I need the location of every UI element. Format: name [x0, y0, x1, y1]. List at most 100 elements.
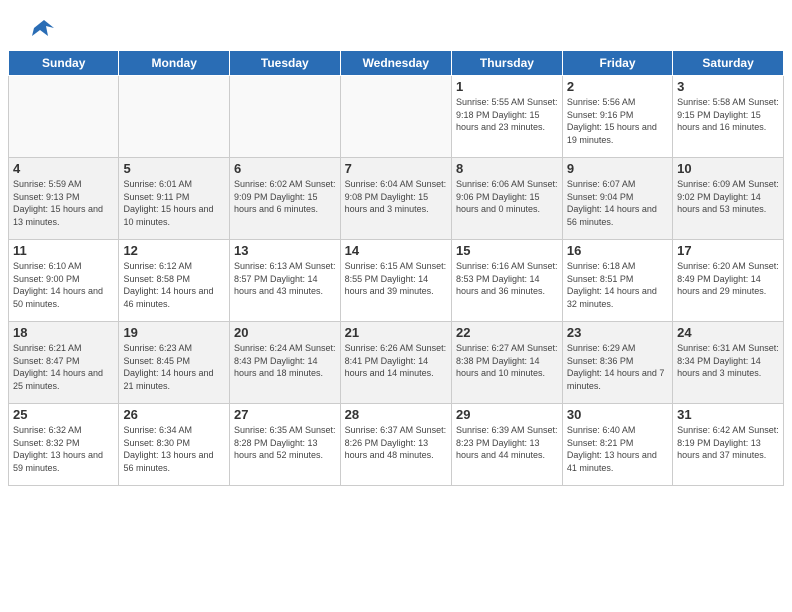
- day-cell-23: 23 Sunrise: 6:29 AM Sunset: 8:36 PM Dayli…: [562, 322, 672, 404]
- day-number: 31: [677, 407, 779, 422]
- day-number: 5: [123, 161, 225, 176]
- calendar-wrapper: SundayMondayTuesdayWednesdayThursdayFrid…: [0, 50, 792, 494]
- cell-info: Sunrise: 6:04 AM Sunset: 9:08 PM Dayligh…: [345, 178, 447, 216]
- day-header-row: SundayMondayTuesdayWednesdayThursdayFrid…: [9, 51, 784, 76]
- day-number: 14: [345, 243, 447, 258]
- week-row-5: 25Sunrise: 6:32 AM Sunset: 8:32 PM Dayli…: [9, 404, 784, 486]
- cell-info: Sunrise: 6:42 AM Sunset: 8:19 PM Dayligh…: [677, 424, 779, 462]
- cell-info: Sunrise: 6:16 AM Sunset: 8:53 PM Dayligh…: [456, 260, 558, 298]
- day-cell-21: 21 Sunrise: 6:26 AM Sunset: 8:41 PM Dayli…: [340, 322, 451, 404]
- day-number: 23: [567, 325, 668, 340]
- day-cell-25: 25Sunrise: 6:32 AM Sunset: 8:32 PM Dayli…: [9, 404, 119, 486]
- day-cell-5: 5 Sunrise: 6:01 AM Sunset: 9:11 PM Daylig…: [119, 158, 230, 240]
- day-number: 19: [123, 325, 225, 340]
- cell-info: Sunrise: 6:21 AM Sunset: 8:47 PM Dayligh…: [13, 342, 114, 392]
- cell-info: Sunrise: 5:55 AM Sunset: 9:18 PM Dayligh…: [456, 96, 558, 134]
- cell-info: Sunrise: 6:31 AM Sunset: 8:34 PM Dayligh…: [677, 342, 779, 380]
- empty-cell: [9, 76, 119, 158]
- empty-cell: [340, 76, 451, 158]
- day-header-saturday: Saturday: [673, 51, 784, 76]
- day-cell-31: 31 Sunrise: 6:42 AM Sunset: 8:19 PM Dayli…: [673, 404, 784, 486]
- day-number: 9: [567, 161, 668, 176]
- day-number: 18: [13, 325, 114, 340]
- cell-info: Sunrise: 6:15 AM Sunset: 8:55 PM Dayligh…: [345, 260, 447, 298]
- day-number: 21: [345, 325, 447, 340]
- cell-info: Sunrise: 6:39 AM Sunset: 8:23 PM Dayligh…: [456, 424, 558, 462]
- day-cell-10: 10 Sunrise: 6:09 AM Sunset: 9:02 PM Dayli…: [673, 158, 784, 240]
- day-number: 27: [234, 407, 336, 422]
- cell-info: Sunrise: 6:02 AM Sunset: 9:09 PM Dayligh…: [234, 178, 336, 216]
- day-number: 30: [567, 407, 668, 422]
- day-header-thursday: Thursday: [451, 51, 562, 76]
- day-cell-15: 15 Sunrise: 6:16 AM Sunset: 8:53 PM Dayli…: [451, 240, 562, 322]
- day-cell-26: 26Sunrise: 6:34 AM Sunset: 8:30 PM Dayli…: [119, 404, 230, 486]
- cell-info: Sunrise: 6:18 AM Sunset: 8:51 PM Dayligh…: [567, 260, 668, 310]
- day-cell-12: 12Sunrise: 6:12 AM Sunset: 8:58 PM Dayli…: [119, 240, 230, 322]
- day-cell-16: 16 Sunrise: 6:18 AM Sunset: 8:51 PM Dayli…: [562, 240, 672, 322]
- cell-info: Sunrise: 6:06 AM Sunset: 9:06 PM Dayligh…: [456, 178, 558, 216]
- cell-info: Sunrise: 6:35 AM Sunset: 8:28 PM Dayligh…: [234, 424, 336, 462]
- day-number: 16: [567, 243, 668, 258]
- day-number: 1: [456, 79, 558, 94]
- day-number: 22: [456, 325, 558, 340]
- day-number: 8: [456, 161, 558, 176]
- day-cell-7: 7 Sunrise: 6:04 AM Sunset: 9:08 PM Daylig…: [340, 158, 451, 240]
- day-cell-30: 30 Sunrise: 6:40 AM Sunset: 8:21 PM Dayli…: [562, 404, 672, 486]
- day-cell-19: 19 Sunrise: 6:23 AM Sunset: 8:45 PM Dayli…: [119, 322, 230, 404]
- cell-info: Sunrise: 6:12 AM Sunset: 8:58 PM Dayligh…: [123, 260, 225, 310]
- day-cell-2: 2 Sunrise: 5:56 AM Sunset: 9:16 PM Daylig…: [562, 76, 672, 158]
- cell-info: Sunrise: 5:58 AM Sunset: 9:15 PM Dayligh…: [677, 96, 779, 134]
- cell-info: Sunrise: 6:01 AM Sunset: 9:11 PM Dayligh…: [123, 178, 225, 228]
- cell-info: Sunrise: 6:10 AM Sunset: 9:00 PM Dayligh…: [13, 260, 114, 310]
- cell-info: Sunrise: 6:09 AM Sunset: 9:02 PM Dayligh…: [677, 178, 779, 216]
- day-number: 15: [456, 243, 558, 258]
- day-cell-1: 1 Sunrise: 5:55 AM Sunset: 9:18 PM Daylig…: [451, 76, 562, 158]
- day-cell-11: 11 Sunrise: 6:10 AM Sunset: 9:00 PM Dayli…: [9, 240, 119, 322]
- day-number: 17: [677, 243, 779, 258]
- day-number: 10: [677, 161, 779, 176]
- day-cell-18: 18 Sunrise: 6:21 AM Sunset: 8:47 PM Dayli…: [9, 322, 119, 404]
- day-header-monday: Monday: [119, 51, 230, 76]
- logo: [24, 18, 54, 40]
- week-row-1: 1 Sunrise: 5:55 AM Sunset: 9:18 PM Daylig…: [9, 76, 784, 158]
- day-number: 26: [123, 407, 225, 422]
- day-header-tuesday: Tuesday: [229, 51, 340, 76]
- day-cell-28: 28 Sunrise: 6:37 AM Sunset: 8:26 PM Dayli…: [340, 404, 451, 486]
- cell-info: Sunrise: 6:26 AM Sunset: 8:41 PM Dayligh…: [345, 342, 447, 380]
- cell-info: Sunrise: 6:07 AM Sunset: 9:04 PM Dayligh…: [567, 178, 668, 228]
- calendar-table: SundayMondayTuesdayWednesdayThursdayFrid…: [8, 50, 784, 486]
- empty-cell: [229, 76, 340, 158]
- day-cell-27: 27 Sunrise: 6:35 AM Sunset: 8:28 PM Dayli…: [229, 404, 340, 486]
- day-cell-20: 20Sunrise: 6:24 AM Sunset: 8:43 PM Dayli…: [229, 322, 340, 404]
- day-number: 11: [13, 243, 114, 258]
- day-number: 24: [677, 325, 779, 340]
- day-cell-14: 14 Sunrise: 6:15 AM Sunset: 8:55 PM Dayli…: [340, 240, 451, 322]
- day-cell-3: 3 Sunrise: 5:58 AM Sunset: 9:15 PM Daylig…: [673, 76, 784, 158]
- empty-cell: [119, 76, 230, 158]
- day-cell-6: 6 Sunrise: 6:02 AM Sunset: 9:09 PM Daylig…: [229, 158, 340, 240]
- day-number: 7: [345, 161, 447, 176]
- cell-info: Sunrise: 6:32 AM Sunset: 8:32 PM Dayligh…: [13, 424, 114, 474]
- day-number: 6: [234, 161, 336, 176]
- day-number: 2: [567, 79, 668, 94]
- header: [0, 0, 792, 50]
- day-number: 20: [234, 325, 336, 340]
- cell-info: Sunrise: 6:27 AM Sunset: 8:38 PM Dayligh…: [456, 342, 558, 380]
- day-cell-9: 9 Sunrise: 6:07 AM Sunset: 9:04 PM Daylig…: [562, 158, 672, 240]
- day-cell-17: 17 Sunrise: 6:20 AM Sunset: 8:49 PM Dayli…: [673, 240, 784, 322]
- cell-info: Sunrise: 5:56 AM Sunset: 9:16 PM Dayligh…: [567, 96, 668, 146]
- cell-info: Sunrise: 6:23 AM Sunset: 8:45 PM Dayligh…: [123, 342, 225, 392]
- week-row-3: 11 Sunrise: 6:10 AM Sunset: 9:00 PM Dayli…: [9, 240, 784, 322]
- cell-info: Sunrise: 6:20 AM Sunset: 8:49 PM Dayligh…: [677, 260, 779, 298]
- logo-container: [24, 18, 54, 40]
- day-cell-13: 13Sunrise: 6:13 AM Sunset: 8:57 PM Dayli…: [229, 240, 340, 322]
- week-row-2: 4Sunrise: 5:59 AM Sunset: 9:13 PM Daylig…: [9, 158, 784, 240]
- day-header-sunday: Sunday: [9, 51, 119, 76]
- day-number: 28: [345, 407, 447, 422]
- day-number: 3: [677, 79, 779, 94]
- cell-info: Sunrise: 6:37 AM Sunset: 8:26 PM Dayligh…: [345, 424, 447, 462]
- cell-info: Sunrise: 6:29 AM Sunset: 8:36 PM Dayligh…: [567, 342, 668, 392]
- cell-info: Sunrise: 6:13 AM Sunset: 8:57 PM Dayligh…: [234, 260, 336, 298]
- cell-info: Sunrise: 6:40 AM Sunset: 8:21 PM Dayligh…: [567, 424, 668, 474]
- day-cell-4: 4Sunrise: 5:59 AM Sunset: 9:13 PM Daylig…: [9, 158, 119, 240]
